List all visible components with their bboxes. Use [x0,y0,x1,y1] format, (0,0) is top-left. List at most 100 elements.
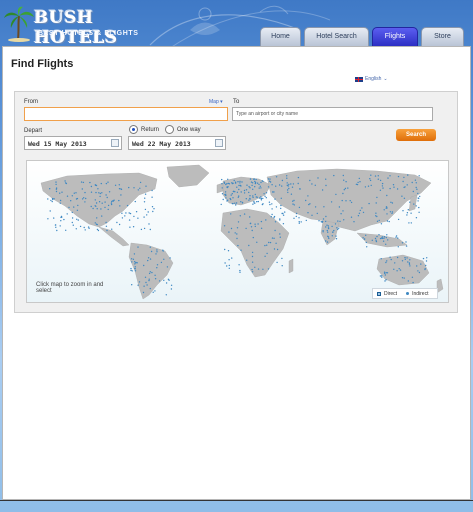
return-radio[interactable] [129,125,138,134]
airport-dot [322,231,324,233]
airport-dot [260,227,263,229]
airport-dot [49,210,51,212]
airport-dot [149,228,151,231]
one-way-label: One way [177,127,201,133]
airport-dot [380,223,383,225]
airport-dot [156,249,158,251]
airport-dot [297,176,300,179]
airport-dot [230,213,232,215]
map-legend: Direct Indirect [372,288,438,299]
airport-dot [260,220,263,223]
airport-dot [406,257,408,259]
airport-dot [70,200,72,202]
airport-dot [403,186,405,189]
airport-dot [59,202,61,204]
airport-dot [280,197,282,199]
calendar-icon[interactable] [215,139,223,147]
language-selector[interactable]: English ⌄ [355,76,388,82]
airport-dot [286,189,289,191]
tab-flights[interactable]: Flights [372,27,418,46]
airport-dot [359,209,361,212]
airport-dot [350,201,353,204]
airport-dot [286,175,288,177]
airport-dot [146,214,148,216]
airport-dot [90,205,92,208]
airport-dot [409,201,411,203]
tab-home[interactable]: Home [260,27,301,46]
airport-dot [407,174,409,176]
airport-dot [325,240,327,242]
airport-dot [134,270,137,272]
route-map[interactable]: Click map to zoom in and select Direct I… [26,160,449,303]
depart-label: Depart [24,128,43,134]
airport-dot [221,193,224,195]
airport-dot [82,181,85,184]
return-date-field[interactable]: Wed 22 May 2013 [128,136,226,150]
airport-dot [96,217,98,219]
airport-dot [118,199,120,202]
airport-dot [365,241,367,244]
airport-dot [53,198,55,200]
airport-dot [410,222,412,224]
depart-date-field[interactable]: Wed 15 May 2013 [24,136,122,150]
airport-dot [425,264,427,267]
airport-dot [150,250,153,253]
tab-hotel-search[interactable]: Hotel Search [304,27,369,46]
airport-dot [338,227,340,229]
search-button[interactable]: Search [396,129,436,141]
airport-dot [227,186,229,188]
tab-store[interactable]: Store [421,27,464,46]
map-link-text: Map [209,99,219,105]
airport-dot [151,206,154,208]
airport-dot [418,175,420,177]
airport-dot [132,258,135,260]
airport-dot [148,223,150,225]
airport-dot [299,188,301,190]
airport-dot [333,229,335,232]
from-input[interactable] [24,107,228,121]
to-input[interactable]: Type an airport or city name [232,107,433,121]
calendar-icon[interactable] [111,139,119,147]
airport-dot [83,197,85,199]
airport-dot [273,215,276,218]
airport-dot [290,193,293,195]
airport-dot [114,184,117,186]
airport-dot [113,199,115,201]
airport-dot [237,221,240,223]
airport-dot [169,257,171,259]
airport-dot [132,226,135,228]
airport-dot [224,248,226,251]
airport-dot [126,204,129,207]
airport-dot [357,215,360,217]
airport-dot [268,241,270,244]
airport-dot [393,268,395,270]
airport-dot [66,213,68,215]
airport-dot [147,259,149,262]
airport-dot [265,197,267,199]
airport-dot [293,204,295,206]
airport-dot [407,280,409,282]
one-way-radio[interactable] [165,125,174,134]
airport-dot [272,191,274,193]
airport-dot [384,274,386,276]
airport-dot [292,203,294,205]
airport-dot [105,194,107,196]
airport-dot [128,186,130,189]
airport-dot [55,183,57,186]
airport-dot [298,217,300,219]
map-link[interactable]: Map ▾ [209,99,223,105]
airport-dot [376,196,378,199]
airport-dot [403,277,405,279]
airport-dot [325,215,327,218]
airport-dot [137,284,139,286]
airport-dot [416,188,418,190]
airport-dot [153,208,155,210]
airport-dot [375,212,377,214]
airport-dot [236,227,239,229]
airport-dot [139,187,141,189]
depart-date-value: Wed 15 May 2013 [28,140,87,148]
airport-dot [417,270,419,272]
bush-hotels-logo[interactable]: BUSH HOTELS BEST HOTELS & FLIGHTS [4,6,154,48]
airport-dot [382,240,385,242]
airport-dot [107,208,109,211]
